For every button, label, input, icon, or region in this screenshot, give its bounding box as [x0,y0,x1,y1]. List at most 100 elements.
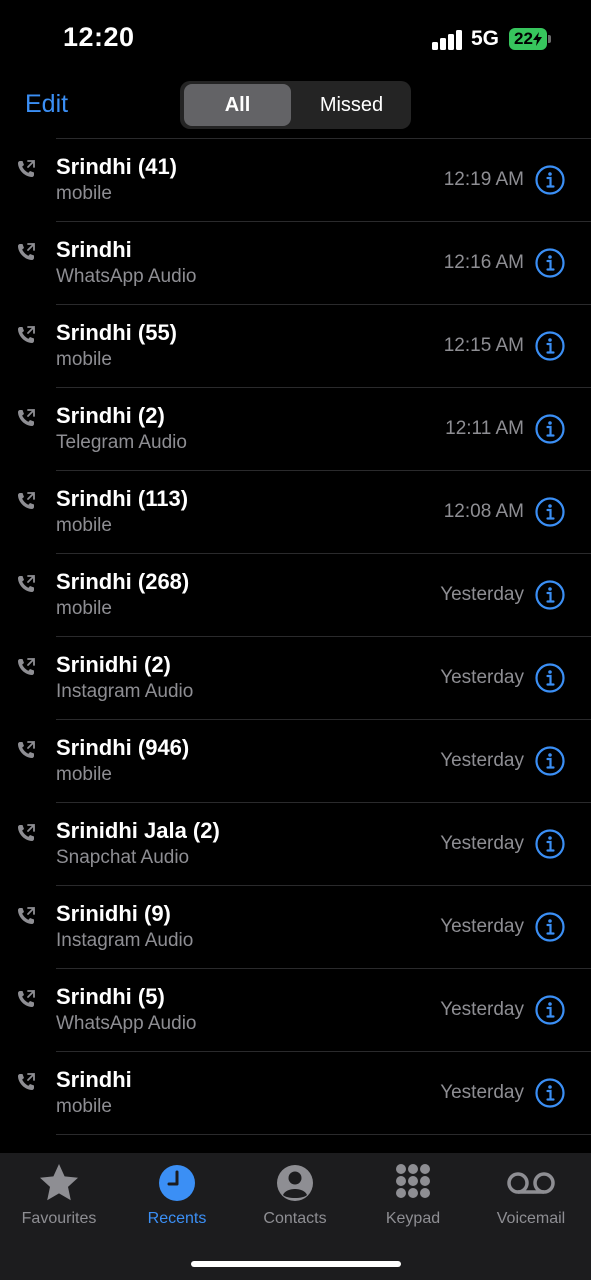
call-row[interactable]: Srinidhi Jala (2) Snapchat Audio Yesterday [18,802,591,885]
outgoing-call-icon [16,989,36,1009]
call-row[interactable]: Srindhi (2) Telegram Audio 12:11 AM [18,387,591,470]
tab-favourites[interactable]: Favourites [0,1161,118,1228]
tab-favourites-label: Favourites [21,1210,97,1227]
info-icon[interactable] [535,663,565,693]
tab-keypad-label: Keypad [385,1210,441,1227]
caller-name: Srindhi (268) [56,569,190,594]
call-row[interactable]: Srindhi (946) mobile Yesterday [18,719,591,802]
caller-name: Srindhi [56,237,132,262]
tab-keypad[interactable]: Keypad [354,1161,472,1228]
person-circle-icon [277,1165,313,1201]
call-row[interactable]: Srinidhi (9) Instagram Audio Yesterday [18,885,591,968]
caller-name: Srindhi [56,1067,132,1092]
call-time: 12:08 AM [443,501,524,522]
call-row[interactable]: Srinidhi (2) Instagram Audio Yesterday [18,636,591,719]
call-row[interactable]: Srindhi (113) mobile 12:08 AM [18,470,591,553]
caller-name: Srinidhi (9) [56,901,171,926]
call-type: Instagram Audio [56,681,194,702]
caller-name: Srindhi (5) [56,984,165,1009]
home-indicator[interactable] [191,1261,401,1267]
outgoing-call-icon [16,1072,36,1092]
tab-contacts[interactable]: Contacts [236,1161,354,1228]
outgoing-call-icon [16,657,36,677]
call-time: Yesterday [440,916,524,937]
info-icon[interactable] [535,580,565,610]
call-type: WhatsApp Audio [56,266,197,287]
call-time: Yesterday [440,999,524,1020]
caller-name: Srindhi (41) [56,154,178,179]
tab-contacts-label: Contacts [263,1210,327,1227]
edit-button[interactable]: Edit [25,90,68,119]
battery-level: 22 [514,29,533,48]
info-icon[interactable] [535,248,565,278]
tab-voicemail[interactable]: Voicemail [472,1161,590,1228]
status-bar: 12:20 5G 22 [0,0,591,80]
recents-list[interactable]: Srindhi (41) mobile 12:19 AM Srindhi WhatsAp… [0,138,591,1153]
call-type: mobile [56,349,112,370]
call-row[interactable]: Srindhi (268) mobile Yesterday [18,553,591,636]
caller-name: Srindhi (946) [56,735,190,760]
call-time: Yesterday [440,667,524,688]
clock-icon [159,1165,195,1201]
caller-name: Srindhi (2) [56,403,165,428]
outgoing-call-icon [16,740,36,760]
tab-recents[interactable]: Recents [118,1161,236,1228]
call-type: mobile [56,598,112,619]
call-row[interactable]: Srindhi WhatsApp Audio 12:16 AM [18,221,591,304]
outgoing-call-icon [16,574,36,594]
call-time: Yesterday [440,1082,524,1103]
call-type: mobile [56,1096,112,1117]
caller-name: Srinidhi (2) [56,652,171,677]
call-row[interactable]: Srindhi (55) mobile 12:15 AM [18,304,591,387]
outgoing-call-icon [16,823,36,843]
battery-tip [548,35,551,43]
status-time: 12:20 [63,22,135,52]
call-type: mobile [56,764,112,785]
charging-bolt-icon [532,32,542,46]
outgoing-call-icon [16,491,36,511]
call-row[interactable]: Srindhi (5) WhatsApp Audio Yesterday [18,968,591,1051]
call-time: Yesterday [440,584,524,605]
cellular-signal-icon [432,30,464,50]
caller-name: Srindhi (113) [56,486,189,511]
info-icon[interactable] [535,414,565,444]
tab-recents-label: Recents [147,1210,207,1227]
call-time: Yesterday [440,750,524,771]
call-type: mobile [56,183,112,204]
info-icon[interactable] [535,165,565,195]
call-time: 12:15 AM [443,335,524,356]
outgoing-call-icon [16,325,36,345]
info-icon[interactable] [535,1078,565,1108]
call-time: Yesterday [440,833,524,854]
star-icon [40,1164,78,1201]
call-type: WhatsApp Audio [56,1013,197,1034]
outgoing-call-icon [16,408,36,428]
call-row[interactable]: Srindhi (41) mobile 12:19 AM [18,138,591,221]
tab-voicemail-label: Voicemail [496,1210,566,1227]
call-row[interactable]: Srindhi mobile Yesterday [18,1051,591,1134]
battery-icon: 22 [509,28,547,50]
info-icon[interactable] [535,746,565,776]
caller-name: Srinidhi Jala (2) [56,818,220,843]
call-time: 12:11 AM [445,418,524,439]
call-type: Snapchat Audio [56,847,190,868]
outgoing-call-icon [16,159,36,179]
outgoing-call-icon [16,906,36,926]
call-type: mobile [56,515,112,536]
info-icon[interactable] [535,497,565,527]
call-time: 12:19 AM [443,169,524,190]
voicemail-icon [507,1172,555,1194]
info-icon[interactable] [535,331,565,361]
call-row[interactable]: Srindhi [56,1134,591,1153]
info-icon[interactable] [535,829,565,859]
filter-segmented-control: All Missed [180,81,411,129]
call-time: 12:16 AM [443,252,524,273]
call-type: Telegram Audio [56,432,187,453]
info-icon[interactable] [535,995,565,1025]
info-icon[interactable] [535,912,565,942]
network-type: 5G [471,27,500,50]
call-type: Instagram Audio [56,930,194,951]
segment-missed[interactable]: Missed [296,84,407,126]
segment-all[interactable]: All [184,84,291,126]
caller-name: Srindhi (55) [56,320,178,345]
